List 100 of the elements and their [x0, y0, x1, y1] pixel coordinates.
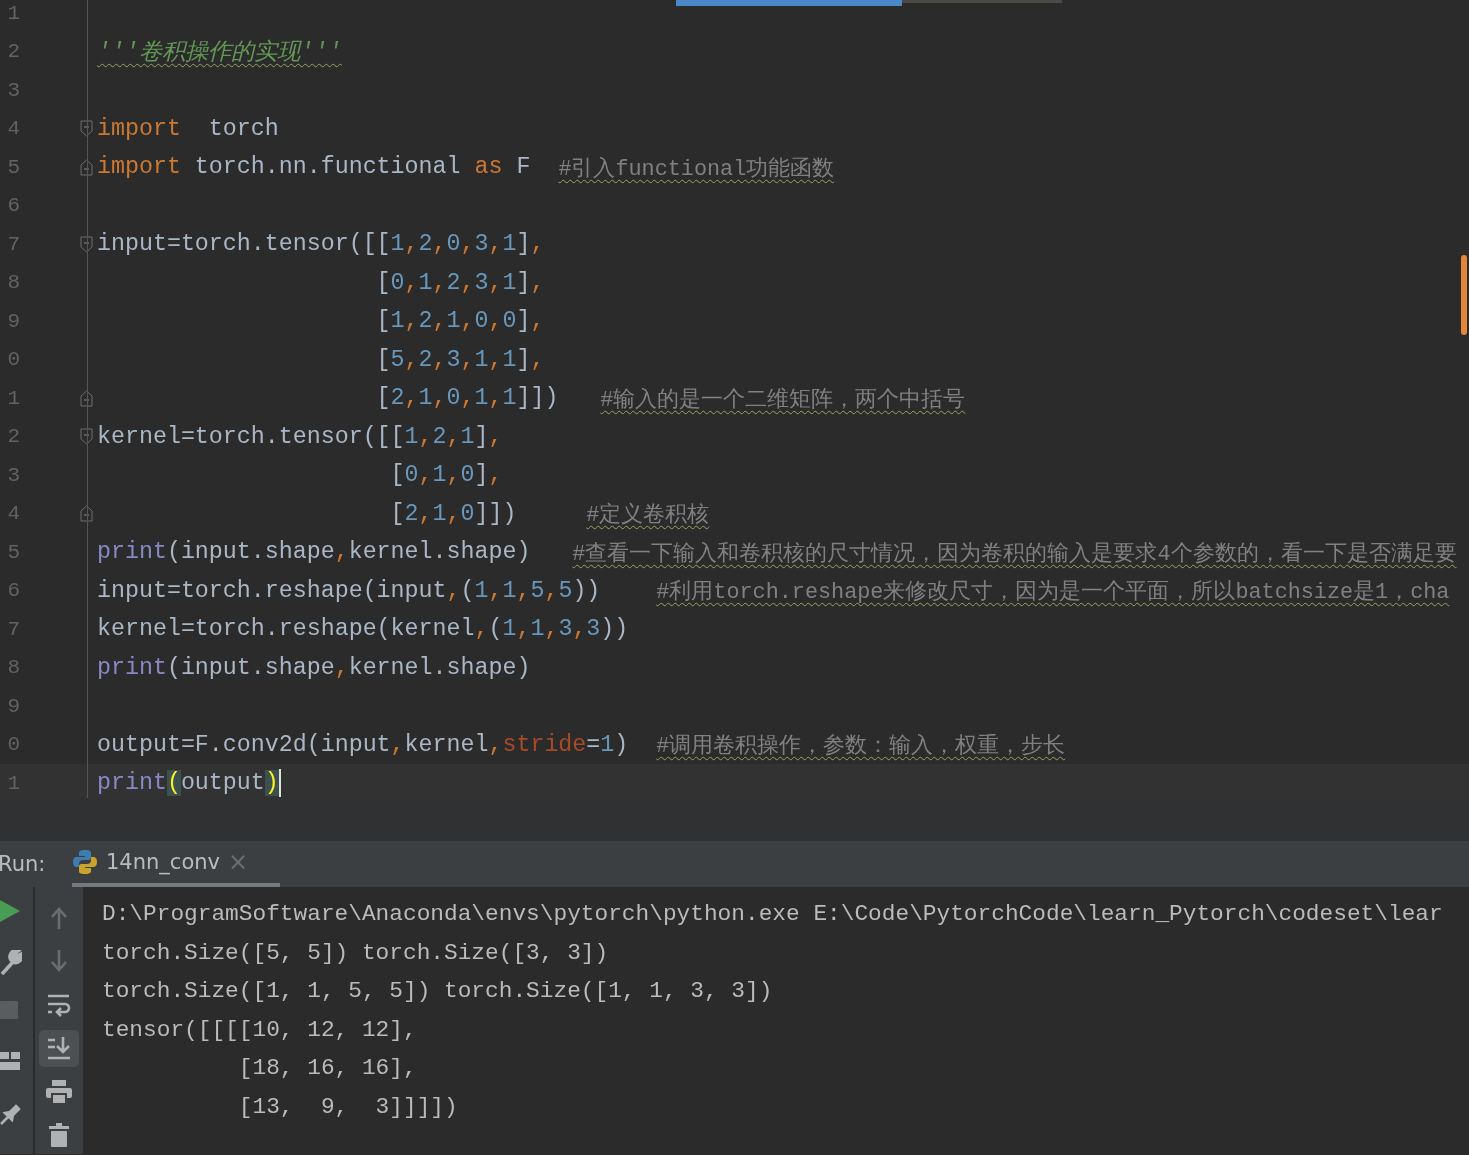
run-icon[interactable] — [0, 899, 20, 923]
keyword: import — [97, 115, 181, 142]
comma: , — [446, 462, 461, 489]
code-text: ( — [460, 577, 475, 604]
number: 0 — [446, 385, 461, 412]
line-number: 8 — [6, 656, 20, 680]
wrench-icon[interactable] — [0, 950, 22, 976]
number: 2 — [404, 500, 419, 527]
matched-bracket: ( — [166, 770, 181, 797]
layout-icon[interactable] — [0, 1052, 20, 1070]
code-comment: #利用torch.reshape来修改尺寸，因为是一个平面，所以batchsize是1，cha — [656, 579, 1450, 606]
code-text: )) — [572, 577, 602, 604]
number: 1 — [418, 269, 433, 296]
comma: , — [404, 346, 419, 373]
code-text: ] — [474, 462, 489, 489]
number: 1 — [502, 577, 517, 604]
number: 1 — [474, 346, 489, 373]
run-label: Run: — [0, 852, 47, 876]
line-number: 0 — [6, 733, 20, 757]
comma: , — [446, 577, 461, 604]
line-number: 2 — [6, 425, 20, 449]
docstring: '''卷积操作的实现''' — [97, 38, 342, 68]
code-comment: #输入的是一个二维矩阵，两个中括号 — [600, 386, 966, 413]
console-output-line: torch.Size([5, 5]) torch.Size([3, 3]) — [102, 938, 610, 968]
code-text: output=F.conv2d(input — [97, 731, 391, 758]
number: 3 — [558, 616, 573, 643]
number: 1 — [502, 385, 517, 412]
code-text: kernel=torch.reshape(kernel — [97, 616, 475, 643]
code-text: ] — [474, 423, 489, 450]
comma: , — [516, 616, 531, 643]
number: 3 — [474, 231, 489, 258]
fold-icon — [80, 120, 93, 138]
number: 3 — [474, 269, 489, 296]
number: 1 — [502, 269, 517, 296]
soft-wrap-icon — [47, 992, 71, 1017]
comma: , — [572, 616, 587, 643]
code-text: torch.nn.functional — [193, 154, 462, 181]
comma: , — [488, 462, 503, 489]
python-icon — [72, 849, 98, 875]
number: 0 — [446, 231, 461, 258]
number: 0 — [390, 269, 405, 296]
comma: , — [460, 346, 475, 373]
code-text: [ — [375, 308, 391, 335]
comma: , — [432, 385, 447, 412]
down-arrow-icon — [50, 950, 68, 973]
line-number: 5 — [6, 155, 20, 179]
line-number: 2 — [6, 40, 20, 64]
comma: , — [488, 385, 503, 412]
comma: , — [460, 231, 475, 258]
console-output-line: torch.Size([1, 1, 5, 5]) torch.Size([1, 1, 3, 3]) — [102, 977, 774, 1006]
code-text: ] — [516, 346, 531, 373]
code-text: kernel=torch.tensor([[ — [97, 423, 405, 450]
comma: , — [516, 577, 531, 604]
line-number: 6 — [6, 194, 20, 218]
console-output-line: tensor([[[[10, 12, 12], — [102, 1015, 418, 1045]
code-text: ] — [516, 308, 531, 335]
number: 2 — [418, 231, 433, 258]
number: 3 — [446, 346, 461, 373]
builtin-name: print — [97, 770, 167, 797]
scrollbar-thumb[interactable] — [1461, 255, 1467, 335]
up-arrow-icon — [50, 906, 68, 929]
line-number: 4 — [6, 117, 20, 141]
number: 1 — [390, 308, 405, 335]
comma: , — [432, 308, 447, 335]
comma: , — [404, 385, 419, 412]
builtin-name: print — [97, 654, 167, 681]
text-caret — [278, 769, 281, 798]
comma: , — [488, 731, 503, 758]
number: 0 — [502, 308, 517, 335]
comma: , — [488, 423, 503, 450]
number: 2 — [418, 308, 433, 335]
code-comment: #定义卷积核 — [586, 501, 710, 529]
code-text: kernel.shape) — [348, 654, 531, 681]
parameter-name: stride — [502, 731, 587, 758]
number: 1 — [432, 462, 447, 489]
comma: , — [530, 269, 545, 296]
comma: , — [446, 423, 461, 450]
code-text: F — [515, 154, 532, 181]
comma: , — [418, 462, 433, 489]
comma: , — [390, 731, 405, 758]
comma: , — [432, 269, 447, 296]
number: 2 — [390, 385, 405, 412]
code-text: [ — [375, 385, 391, 412]
number: 2 — [418, 346, 433, 373]
comma: , — [488, 231, 503, 258]
number: 0 — [404, 462, 419, 489]
scroll-to-end-button[interactable] — [39, 1029, 79, 1067]
line-number: 1 — [6, 1, 20, 25]
pin-icon[interactable] — [0, 1103, 22, 1125]
line-number: 6 — [6, 579, 20, 603]
line-number: 7 — [6, 617, 20, 641]
line-number: 9 — [6, 309, 20, 333]
code-text: input=torch.tensor([[ — [97, 231, 391, 258]
line-number: 1 — [6, 386, 20, 410]
comma: , — [460, 308, 475, 335]
code-text: ] — [516, 231, 531, 258]
number: 1 — [530, 616, 545, 643]
fold-icon — [80, 505, 93, 523]
code-text: (input.shape — [166, 654, 335, 681]
code-text: [ — [375, 346, 391, 373]
